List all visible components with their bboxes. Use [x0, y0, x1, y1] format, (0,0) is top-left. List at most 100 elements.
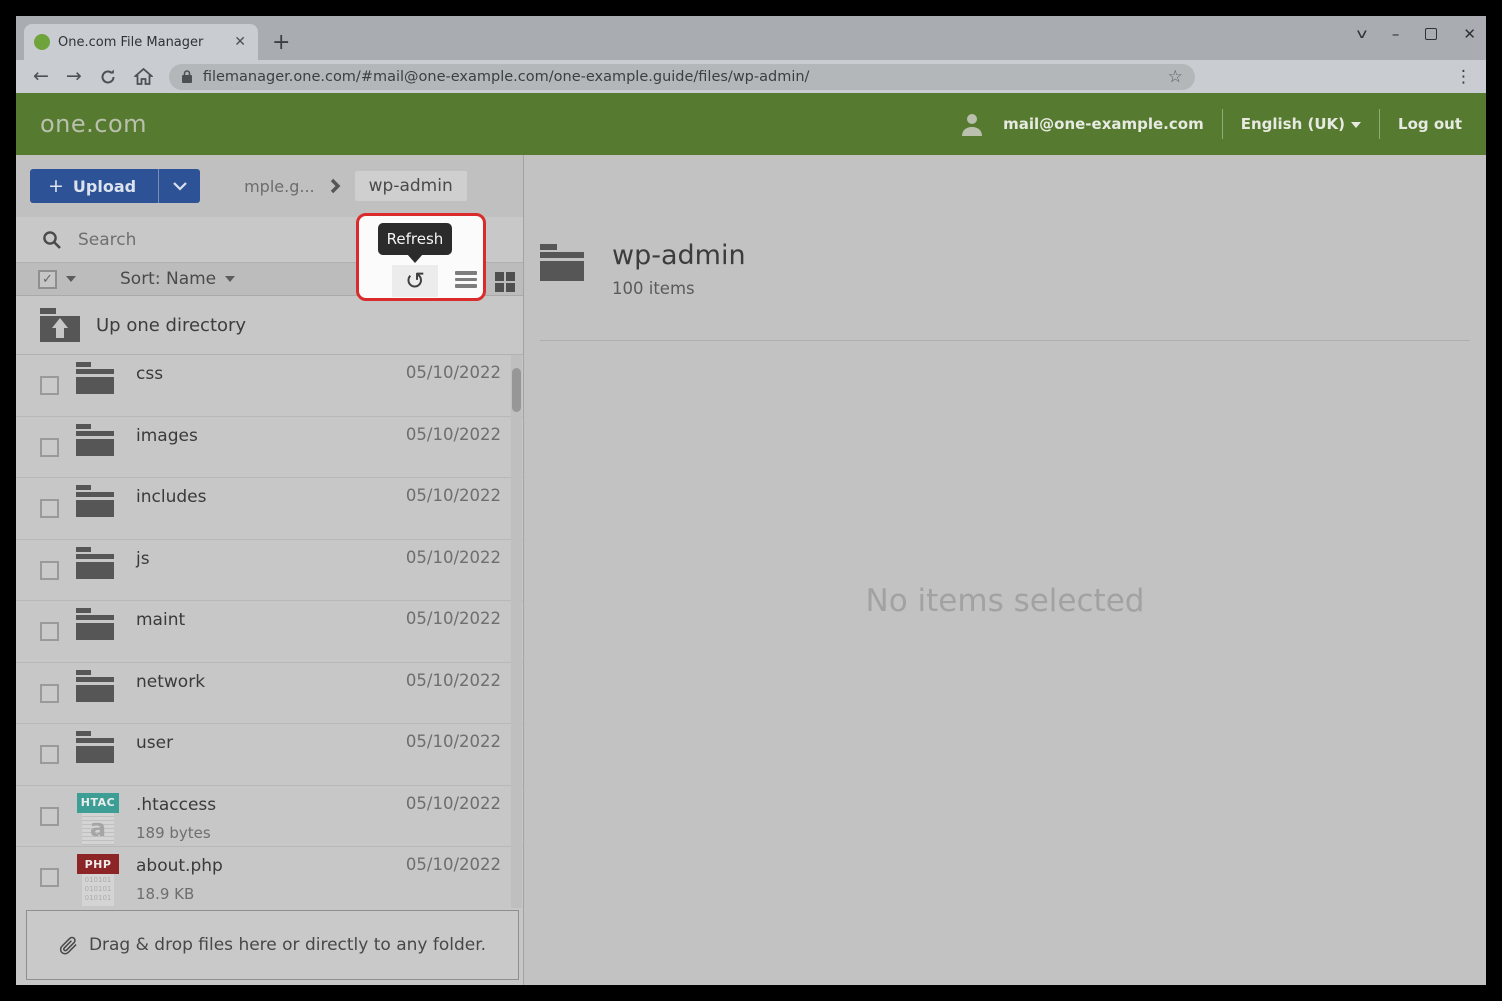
row-checkbox[interactable] [40, 807, 59, 826]
file-row[interactable]: js 05/10/2022 [16, 540, 523, 602]
url-bar[interactable]: filemanager.one.com/#mail@one-example.co… [169, 64, 1195, 90]
details-divider [540, 340, 1470, 341]
row-checkbox[interactable] [40, 684, 59, 703]
back-icon[interactable]: ← [33, 67, 49, 86]
grid-view-icon[interactable] [495, 272, 515, 292]
row-checkbox[interactable] [40, 376, 59, 395]
plus-icon: + [48, 175, 64, 197]
sort-selector[interactable]: Sort: Name [120, 269, 216, 289]
upload-button[interactable]: + Upload [30, 169, 200, 203]
file-size: 18.9 KB [136, 885, 406, 903]
folder-icon [540, 244, 584, 281]
chevron-down-icon [225, 276, 235, 282]
browser-window: One.com File Manager ✕ + v – ✕ ← → filem… [16, 16, 1486, 985]
dropzone[interactable]: Drag & drop files here or directly to an… [26, 910, 519, 980]
file-date: 05/10/2022 [406, 486, 501, 505]
breadcrumb-current[interactable]: wp-admin [355, 171, 467, 201]
scrollbar[interactable] [511, 355, 522, 908]
dropzone-message: Drag & drop files here or directly to an… [89, 935, 486, 955]
file-date: 05/10/2022 [406, 732, 501, 751]
file-name: about.php [136, 856, 406, 876]
refresh-tooltip: Refresh [378, 223, 452, 255]
file-name: .htaccess [136, 795, 406, 815]
browser-menu-icon[interactable]: ⋮ [1455, 67, 1472, 87]
window-chevron-icon[interactable]: v [1357, 28, 1368, 41]
file-row[interactable]: network 05/10/2022 [16, 663, 523, 725]
chevron-down-icon [1351, 122, 1361, 128]
header-divider [1379, 109, 1380, 139]
file-browser-panel: + Upload mple.g... wp-admin [16, 155, 523, 985]
new-tab-button[interactable]: + [272, 32, 290, 54]
row-checkbox[interactable] [40, 499, 59, 518]
forward-icon[interactable]: → [66, 67, 82, 86]
lock-icon [181, 69, 193, 84]
file-name: maint [136, 610, 406, 630]
scrollbar-thumb[interactable] [512, 368, 521, 412]
bookmark-star-icon[interactable]: ☆ [1168, 67, 1183, 87]
file-date: 05/10/2022 [406, 425, 501, 444]
file-row[interactable]: images 05/10/2022 [16, 417, 523, 479]
file-row[interactable]: includes 05/10/2022 [16, 478, 523, 540]
chevron-right-icon [329, 178, 341, 194]
browser-tab[interactable]: One.com File Manager ✕ [24, 24, 258, 60]
browser-toolbar: ← → filemanager.one.com/#mail@one-exampl… [16, 60, 1486, 93]
up-one-directory-row[interactable]: Up one directory [16, 296, 523, 355]
file-row[interactable]: user 05/10/2022 [16, 724, 523, 786]
tab-strip: One.com File Manager ✕ + v – ✕ [16, 16, 1486, 60]
file-date: 05/10/2022 [406, 671, 501, 690]
chevron-down-icon [172, 181, 188, 191]
row-checkbox[interactable] [40, 438, 59, 457]
breadcrumb-parent[interactable]: mple.g... [244, 177, 315, 196]
file-date: 05/10/2022 [406, 548, 501, 567]
file-name: images [136, 426, 406, 446]
tab-title: One.com File Manager [58, 35, 224, 50]
site-favicon-icon [34, 34, 50, 50]
file-name: js [136, 549, 406, 569]
upload-toolbar: + Upload mple.g... wp-admin [16, 155, 523, 217]
language-selector[interactable]: English (UK) [1241, 115, 1361, 133]
chevron-down-icon[interactable] [66, 276, 76, 282]
list-view-icon[interactable] [455, 271, 477, 288]
window-maximize-button[interactable] [1425, 28, 1437, 40]
details-panel: wp-admin 100 items No items selected [523, 155, 1486, 985]
select-all-checkbox[interactable]: ✓ [38, 270, 57, 289]
home-icon[interactable] [134, 68, 153, 86]
file-row[interactable]: maint 05/10/2022 [16, 601, 523, 663]
search-icon [42, 230, 62, 250]
logout-button[interactable]: Log out [1398, 115, 1462, 133]
window-close-button[interactable]: ✕ [1463, 27, 1476, 42]
refresh-button[interactable]: ↺ [392, 265, 438, 297]
up-one-directory-label: Up one directory [96, 315, 246, 336]
window-minimize-button[interactable]: – [1392, 27, 1400, 42]
file-icon-body: 010101010101010101 [82, 874, 114, 906]
file-row[interactable]: PHP 010101010101010101 about.php 18.9 KB… [16, 847, 523, 908]
file-date: 05/10/2022 [406, 855, 501, 874]
details-item-count: 100 items [612, 279, 746, 298]
file-date: 05/10/2022 [406, 609, 501, 628]
avatar-icon [959, 111, 985, 137]
file-date: 05/10/2022 [406, 794, 501, 813]
file-size: 189 bytes [136, 824, 406, 842]
url-text: filemanager.one.com/#mail@one-example.co… [203, 69, 1158, 85]
row-checkbox[interactable] [40, 868, 59, 887]
file-name: network [136, 672, 406, 692]
file-row[interactable]: HTAC a .htaccess 189 bytes 05/10/2022 [16, 786, 523, 848]
onecom-logo[interactable]: one.com [40, 110, 147, 138]
file-type-badge: PHP [77, 854, 119, 874]
file-name: user [136, 733, 406, 753]
empty-selection-message: No items selected [524, 583, 1486, 619]
file-name: includes [136, 487, 406, 507]
upload-menu-button[interactable] [158, 169, 200, 203]
file-name: css [136, 364, 406, 384]
tab-close-icon[interactable]: ✕ [232, 34, 248, 50]
row-checkbox[interactable] [40, 561, 59, 580]
file-row[interactable]: css 05/10/2022 [16, 355, 523, 417]
folder-up-icon [40, 308, 80, 342]
paperclip-icon [59, 934, 79, 956]
reload-icon[interactable] [99, 68, 117, 86]
file-icon-body: a [82, 813, 114, 845]
row-checkbox[interactable] [40, 622, 59, 641]
breadcrumb: mple.g... wp-admin [244, 171, 467, 201]
details-title: wp-admin [612, 240, 746, 271]
row-checkbox[interactable] [40, 745, 59, 764]
